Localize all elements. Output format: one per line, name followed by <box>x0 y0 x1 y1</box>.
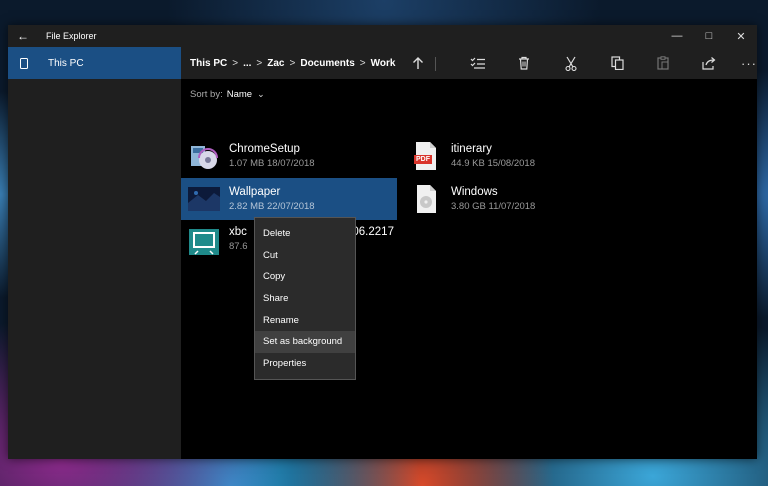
menu-item-cut[interactable]: Cut <box>255 245 355 267</box>
breadcrumb-separator: > <box>256 57 263 69</box>
file-meta: 1.07 MB 18/07/2018 <box>229 158 315 169</box>
menu-item-properties[interactable]: Properties <box>255 353 355 375</box>
menu-item-rename[interactable]: Rename <box>255 309 355 331</box>
file-item-windows[interactable]: Windows 3.80 GB 11/07/2018 <box>403 178 619 220</box>
title-bar: ← File Explorer — □ ✕ <box>8 25 757 47</box>
trash-icon <box>519 56 529 70</box>
file-item-wallpaper[interactable]: Wallpaper 2.82 MB 22/07/2018 <box>181 178 397 220</box>
file-name: ChromeSetup <box>229 143 300 155</box>
copy-icon <box>610 56 624 70</box>
sort-dropdown[interactable]: Name <box>227 89 252 100</box>
context-menu: Delete Cut Copy Share Rename Set as back… <box>254 217 356 380</box>
share-icon <box>702 56 716 70</box>
sidebar-item-label: This PC <box>48 57 84 69</box>
minimize-button[interactable]: — <box>661 25 693 47</box>
breadcrumb-item-this-pc[interactable]: This PC <box>190 58 227 69</box>
file-explorer-window: ← File Explorer — □ ✕ This PC This PC > … <box>8 25 757 459</box>
window-controls: — □ ✕ <box>661 25 757 47</box>
sort-bar: Sort by: Name ⌄ <box>190 79 757 109</box>
sidebar-item-this-pc[interactable]: This PC <box>8 47 181 79</box>
more-button[interactable]: ··· <box>734 47 764 79</box>
maximize-button[interactable]: □ <box>693 25 725 47</box>
select-button[interactable] <box>463 47 493 79</box>
toolbar-divider <box>435 57 436 71</box>
sidebar: This PC <box>8 47 181 459</box>
file-meta: 2.82 MB 22/07/2018 <box>229 201 315 212</box>
pdf-badge-text: PDF <box>416 156 430 163</box>
pc-icon <box>20 57 28 69</box>
menu-item-set-as-background[interactable]: Set as background <box>255 330 355 353</box>
breadcrumb-separator: > <box>289 57 296 69</box>
breadcrumb-item-zac[interactable]: Zac <box>267 58 284 69</box>
copy-button[interactable] <box>602 47 632 79</box>
window-title: File Explorer <box>46 31 97 41</box>
file-name: Wallpaper <box>229 186 281 198</box>
chevron-down-icon[interactable]: ⌄ <box>257 89 265 100</box>
installer-icon <box>188 140 220 172</box>
breadcrumb-separator: > <box>232 57 239 69</box>
more-icon: ··· <box>741 55 757 71</box>
file-meta: 44.9 KB 15/08/2018 <box>451 158 535 169</box>
breadcrumb-item-work[interactable]: Work <box>371 58 396 69</box>
close-button[interactable]: ✕ <box>725 25 757 47</box>
file-item-itinerary[interactable]: PDF itinerary 44.9 KB 15/08/2018 <box>403 135 619 177</box>
up-arrow-icon <box>413 57 423 69</box>
cut-button[interactable] <box>556 47 586 79</box>
file-meta: 3.80 GB 11/07/2018 <box>451 201 536 212</box>
menu-item-delete[interactable]: Delete <box>255 223 355 245</box>
sort-label: Sort by: <box>190 88 223 100</box>
back-button[interactable]: ← <box>8 25 38 47</box>
file-name: itinerary <box>451 143 492 155</box>
share-button[interactable] <box>694 47 724 79</box>
select-list-icon <box>470 57 485 69</box>
breadcrumb-separator: > <box>359 57 366 69</box>
paste-button[interactable] <box>648 47 678 79</box>
delete-button[interactable] <box>509 47 539 79</box>
menu-item-share[interactable]: Share <box>255 288 355 310</box>
breadcrumb-item-ellipsis[interactable]: ... <box>243 58 251 69</box>
breadcrumb: This PC > ... > Zac > Documents > Work <box>190 58 395 69</box>
scissors-icon <box>565 56 577 71</box>
paste-icon <box>657 56 669 70</box>
menu-item-copy[interactable]: Copy <box>255 266 355 288</box>
back-arrow-icon: ← <box>17 29 29 43</box>
command-bar: This PC > ... > Zac > Documents > Work ·… <box>181 47 757 79</box>
pdf-file-icon: PDF <box>410 140 442 172</box>
up-button[interactable] <box>403 47 433 79</box>
image-thumbnail-icon <box>188 183 220 215</box>
file-item-chromesetup[interactable]: ChromeSetup 1.07 MB 18/07/2018 <box>181 135 397 177</box>
app-package-icon <box>188 226 220 258</box>
disc-image-icon <box>410 183 442 215</box>
breadcrumb-item-documents[interactable]: Documents <box>300 58 354 69</box>
file-name: Windows <box>451 186 498 198</box>
